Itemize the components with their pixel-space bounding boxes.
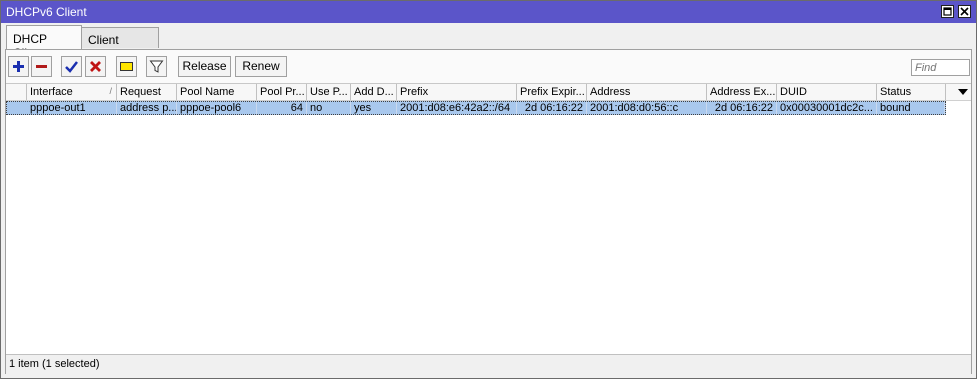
release-button[interactable]: Release — [178, 56, 231, 77]
tab-panel: Release Renew Interface/ Request Pool Na… — [5, 49, 972, 374]
status-bar: 1 item (1 selected) — [6, 354, 971, 374]
header-use-peer[interactable]: Use P... — [307, 84, 351, 100]
header-status[interactable]: Status — [877, 84, 946, 100]
tab-bar: DHCP Client Client Options — [1, 24, 976, 61]
header-duid[interactable]: DUID — [777, 84, 877, 100]
dhcpv6-client-window: DHCPv6 Client DHCP Client Client Options — [0, 0, 977, 379]
header-prefix[interactable]: Prefix — [397, 84, 517, 100]
title-bar[interactable]: DHCPv6 Client — [1, 1, 976, 23]
cell-address-expires: 2d 06:16:22 — [707, 102, 777, 114]
find-input[interactable] — [911, 59, 970, 76]
header-pool-name[interactable]: Pool Name — [177, 84, 257, 100]
close-icon[interactable] — [958, 5, 971, 18]
enable-button[interactable] — [61, 56, 82, 77]
table-row[interactable]: pppoe-out1 address p... pppoe-pool6 64 n… — [6, 101, 946, 115]
toolbar: Release Renew — [6, 50, 971, 84]
cell-interface: pppoe-out1 — [27, 102, 117, 114]
remove-icon — [36, 65, 47, 68]
enable-icon — [65, 61, 78, 73]
cell-pool-prefix: 64 — [257, 102, 307, 114]
header-request[interactable]: Request — [117, 84, 177, 100]
comment-button[interactable] — [116, 56, 137, 77]
cell-status: bound — [877, 102, 945, 114]
tab-client-options[interactable]: Client Options — [81, 27, 159, 61]
cell-duid: 0x00030001dc2c... — [777, 102, 877, 114]
window-title: DHCPv6 Client — [6, 5, 87, 19]
renew-button[interactable]: Renew — [235, 56, 287, 77]
item-count-status: 1 item (1 selected) — [9, 358, 100, 370]
filter-icon — [149, 60, 164, 73]
cell-request: address p... — [117, 102, 177, 114]
sort-icon: / — [109, 86, 112, 96]
filter-button[interactable] — [146, 56, 167, 77]
header-interface[interactable]: Interface / — [27, 84, 117, 100]
header-prefix-expires[interactable]: Prefix Expir... — [517, 84, 587, 100]
comment-icon — [120, 62, 133, 71]
restore-icon[interactable] — [941, 5, 954, 18]
disable-button[interactable] — [85, 56, 106, 77]
add-icon — [13, 61, 24, 72]
cell-address: 2001:d08:d0:56::c — [587, 102, 707, 114]
header-add-default[interactable]: Add D... — [351, 84, 397, 100]
header-select-column[interactable] — [6, 84, 27, 100]
cell-prefix: 2001:d08:e6:42a2::/64 — [397, 102, 517, 114]
tab-dhcp-client[interactable]: DHCP Client — [6, 25, 82, 60]
table-header: Interface / Request Pool Name Pool Pr... … — [6, 84, 971, 101]
remove-button[interactable] — [31, 56, 52, 77]
disable-icon — [90, 61, 101, 72]
dhcp-client-table: Interface / Request Pool Name Pool Pr... … — [6, 83, 971, 354]
header-address[interactable]: Address — [587, 84, 707, 100]
cell-prefix-expires: 2d 06:16:22 — [517, 102, 587, 114]
cell-use-peer: no — [307, 102, 351, 114]
cell-add-default: yes — [351, 102, 397, 114]
column-menu-icon[interactable] — [958, 87, 968, 99]
header-pool-prefix[interactable]: Pool Pr... — [257, 84, 307, 100]
header-address-expires[interactable]: Address Ex... — [707, 84, 777, 100]
cell-pool-name: pppoe-pool6 — [177, 102, 257, 114]
add-button[interactable] — [8, 56, 29, 77]
